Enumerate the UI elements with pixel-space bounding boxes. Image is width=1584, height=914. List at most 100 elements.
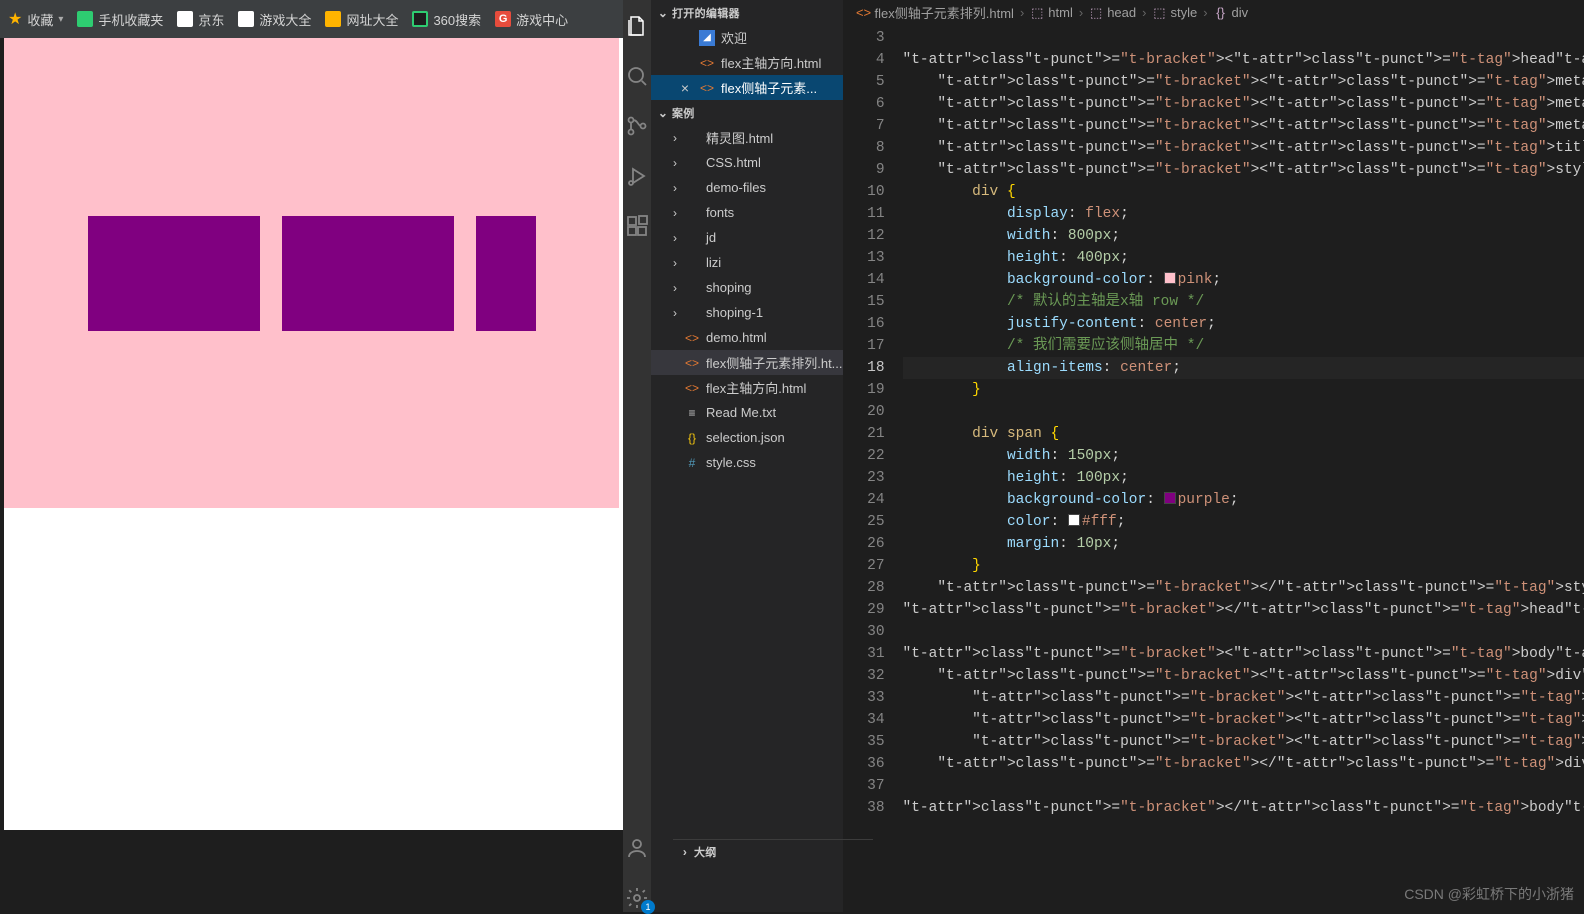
chevron-icon: ›	[669, 156, 681, 170]
run-debug-icon[interactable]	[623, 162, 651, 190]
file-item[interactable]: <>demo.html	[651, 325, 843, 350]
breadcrumb-head[interactable]: ⬚ head	[1089, 5, 1136, 20]
file-item[interactable]: {} selection.json	[651, 425, 843, 450]
line-gutter: 3456789101112131415161718192021222324252…	[843, 25, 903, 912]
tree-item-label: jd	[706, 230, 716, 245]
folder-icon	[684, 280, 700, 296]
chevron-right-icon: ›	[679, 845, 691, 859]
file-item[interactable]: #style.css	[651, 450, 843, 475]
chevron-icon: ›	[669, 256, 681, 270]
chevron-icon: ›	[669, 131, 681, 145]
tag-icon: ⬚	[1030, 6, 1044, 20]
browser-viewport	[4, 38, 623, 830]
html-icon: <>	[684, 355, 700, 371]
tree-item-label: flex侧轴子元素排列.ht...	[706, 353, 843, 372]
breadcrumb-label: head	[1107, 5, 1136, 20]
bookmark-games[interactable]: 游戏大全	[238, 10, 311, 29]
explorer-panel: ⌄ 打开的编辑器 ◢ 欢迎 <> flex主轴方向.html × <> flex…	[651, 0, 843, 912]
bookmark-label: 手机收藏夹	[98, 10, 163, 29]
curly-icon: {}	[1214, 6, 1228, 20]
folder-icon	[684, 255, 700, 271]
file-item[interactable]: ›CSS.html	[651, 150, 843, 175]
tree-item-label: demo-files	[706, 180, 766, 195]
tree-item-label: style.css	[706, 455, 756, 470]
breadcrumb-html[interactable]: ⬚ html	[1030, 5, 1073, 20]
tree-item-label: selection.json	[706, 430, 785, 445]
open-editor-item-active[interactable]: × <> flex侧轴子元素...	[651, 75, 843, 100]
chevron-icon: ›	[669, 181, 681, 195]
folder-item[interactable]: › lizi	[651, 250, 843, 275]
open-editor-welcome[interactable]: ◢ 欢迎	[651, 25, 843, 50]
folder-icon	[684, 230, 700, 246]
folder-icon	[684, 180, 700, 196]
bookmark-360search[interactable]: 360搜索	[412, 10, 481, 29]
folder-item[interactable]: › jd	[651, 225, 843, 250]
bookmark-label: 游戏大全	[259, 10, 311, 29]
tree-item-label: Read Me.txt	[706, 405, 776, 420]
code-text[interactable]: "t-attr">class"t-punct">="t-bracket"><"t…	[903, 25, 1584, 912]
star-icon: ★	[8, 9, 22, 29]
search-icon[interactable]	[623, 62, 651, 90]
breadcrumb-file[interactable]: <> flex侧轴子元素排列.html	[857, 3, 1014, 22]
breadcrumb-label: flex侧轴子元素排列.html	[875, 3, 1014, 22]
bookmark-label: 网址大全	[346, 10, 398, 29]
open-editors-header[interactable]: ⌄ 打开的编辑器	[651, 0, 843, 25]
chevron-icon: ›	[669, 231, 681, 245]
txt-icon: ≡	[684, 405, 700, 421]
case-section-header[interactable]: ⌄ 案例	[651, 100, 843, 125]
bookmark-jd[interactable]: 京东	[177, 10, 224, 29]
breadcrumbs: <> flex侧轴子元素排列.html › ⬚ html › ⬚ head › …	[843, 0, 1584, 25]
html-file-icon: <>	[857, 6, 871, 20]
code-area[interactable]: 3456789101112131415161718192021222324252…	[843, 25, 1584, 912]
editor-area: <> flex侧轴子元素排列.html › ⬚ html › ⬚ head › …	[843, 0, 1584, 912]
flex-item	[88, 216, 260, 331]
folder-item[interactable]: ›fonts	[651, 200, 843, 225]
browser-bookmark-bar: ★ 收藏 ▾ 手机收藏夹 京东 游戏大全 网址大全 360搜索 G 游戏中心	[0, 0, 623, 38]
folder-icon	[684, 155, 700, 171]
folder-icon	[684, 130, 700, 146]
tag-icon: ⬚	[1089, 6, 1103, 20]
tree-item-label: lizi	[706, 255, 721, 270]
breadcrumb-separator: ›	[1079, 5, 1083, 20]
folder-item[interactable]: › shoping-1	[651, 300, 843, 325]
file-tree: ›精灵图.html›CSS.html›demo-files›fonts›jd›l…	[651, 125, 843, 475]
file-item[interactable]: ≡ Read Me.txt	[651, 400, 843, 425]
vscode-window: ⌄ 打开的编辑器 ◢ 欢迎 <> flex主轴方向.html × <> flex…	[623, 0, 1584, 912]
open-editor-item[interactable]: <> flex主轴方向.html	[651, 50, 843, 75]
flex-item	[282, 216, 454, 331]
close-icon[interactable]: ×	[677, 80, 693, 96]
breadcrumb-label: div	[1232, 5, 1249, 20]
section-title: 案例	[672, 105, 695, 121]
breadcrumb-separator: ›	[1142, 5, 1146, 20]
chevron-down-icon: ▾	[58, 14, 63, 25]
html-file-icon: <>	[699, 80, 715, 96]
chevron-icon: ›	[669, 281, 681, 295]
bookmark-label: 360搜索	[433, 10, 481, 29]
json-icon: {}	[684, 430, 700, 446]
tree-item-label: fonts	[706, 205, 734, 220]
file-item[interactable]: › 精灵图.html	[651, 125, 843, 150]
html-icon: <>	[684, 380, 700, 396]
bookmark-sites[interactable]: 网址大全	[325, 10, 398, 29]
tree-item-label: shoping-1	[706, 305, 763, 320]
bookmark-label: 京东	[198, 10, 224, 29]
source-control-icon[interactable]	[623, 112, 651, 140]
sites-icon	[325, 11, 341, 27]
folder-item[interactable]: › demo-files	[651, 175, 843, 200]
breadcrumb-style[interactable]: ⬚ style	[1152, 5, 1197, 20]
file-item[interactable]: <> flex侧轴子元素排列.ht...	[651, 350, 843, 375]
tag-icon: ⬚	[1152, 6, 1166, 20]
activity-bar	[623, 0, 651, 912]
bookmark-gamecenter[interactable]: G 游戏中心	[495, 10, 568, 29]
bookmark-favorites[interactable]: ★ 收藏 ▾	[8, 9, 63, 29]
file-item[interactable]: <>flex主轴方向.html	[651, 375, 843, 400]
folder-item[interactable]: ›shoping	[651, 275, 843, 300]
extensions-icon[interactable]	[623, 212, 651, 240]
chevron-icon: ›	[669, 306, 681, 320]
account-icon[interactable]	[623, 834, 651, 862]
settings-gear-icon[interactable]	[623, 884, 651, 912]
bookmark-phone[interactable]: 手机收藏夹	[77, 10, 163, 29]
breadcrumb-div[interactable]: {} div	[1214, 5, 1249, 20]
explorer-icon[interactable]	[623, 12, 651, 40]
tree-item-label: 精灵图.html	[706, 128, 773, 147]
